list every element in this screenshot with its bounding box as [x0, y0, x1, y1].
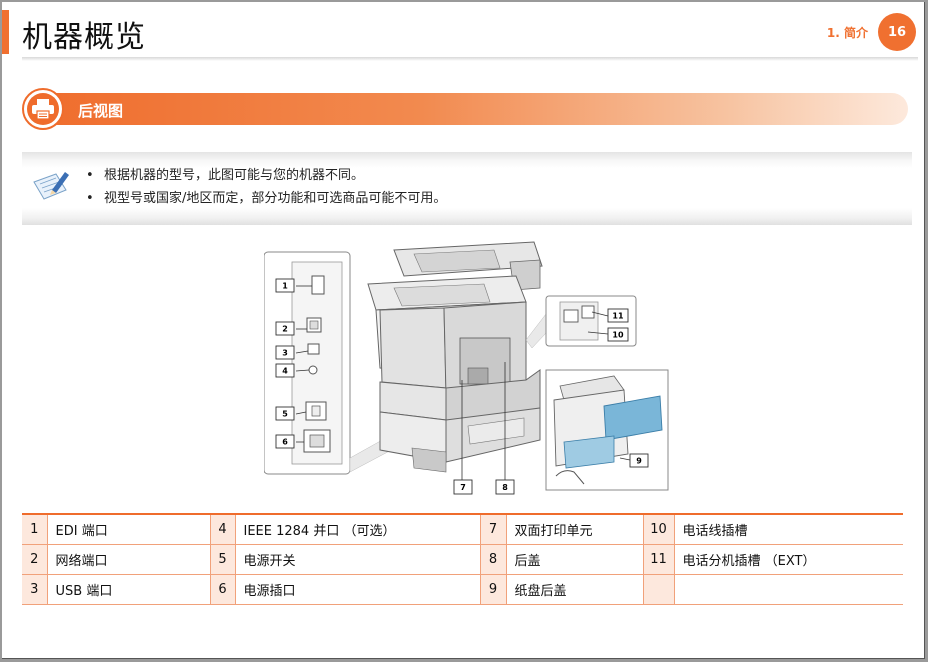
- section-title: 后视图: [78, 102, 124, 120]
- note-item: 视型号或国家/地区而定，部分功能和可选商品可能不可用。: [86, 187, 446, 210]
- svg-text:4: 4: [282, 367, 288, 376]
- part-label: IEEE 1284 并口 （可选）: [235, 513, 481, 545]
- svg-text:3: 3: [282, 349, 288, 358]
- breadcrumb[interactable]: 1. 简介: [827, 24, 868, 41]
- part-number: 8: [480, 544, 507, 575]
- svg-text:7: 7: [460, 483, 466, 492]
- part-label: 电话分机插槽 （EXT）: [674, 544, 903, 575]
- note-box: 根据机器的型号，此图可能与您的机器不同。 视型号或国家/地区而定，部分功能和可选…: [22, 152, 912, 225]
- callout-7: 7: [453, 479, 473, 495]
- callout-3: 3: [275, 345, 295, 360]
- part-label: 双面打印单元: [506, 513, 644, 545]
- part-number: 1: [22, 513, 48, 545]
- part-label: EDI 端口: [47, 513, 211, 545]
- part-number: 11: [643, 544, 675, 575]
- callout-10: 10: [607, 327, 629, 342]
- part-label: USB 端口: [47, 574, 211, 605]
- section-icon-ring: [22, 88, 64, 130]
- title-divider: [22, 57, 918, 61]
- table-row: 2 网络端口 5 电源开关 8 后盖 11 电话分机插槽 （EXT）: [22, 544, 903, 575]
- part-number: 3: [22, 574, 48, 605]
- page-number-badge: 16: [878, 13, 916, 51]
- part-label: [674, 574, 903, 605]
- svg-text:10: 10: [612, 331, 624, 340]
- parts-legend-table: 1 EDI 端口 4 IEEE 1284 并口 （可选） 7 双面打印单元 10…: [22, 513, 903, 605]
- note-pencil-icon: [32, 168, 70, 206]
- note-item: 根据机器的型号，此图可能与您的机器不同。: [86, 164, 446, 187]
- callout-8: 8: [495, 479, 515, 495]
- part-label: 电源插口: [235, 574, 481, 605]
- part-number: [643, 574, 675, 605]
- note-list: 根据机器的型号，此图可能与您的机器不同。 视型号或国家/地区而定，部分功能和可选…: [86, 164, 446, 210]
- part-number: 2: [22, 544, 48, 575]
- printer-icon: [27, 93, 59, 125]
- callout-6: 6: [275, 434, 295, 449]
- part-number: 5: [210, 544, 236, 575]
- part-label: 后盖: [506, 544, 644, 575]
- svg-text:8: 8: [502, 483, 508, 492]
- page-title: 机器概览: [22, 20, 146, 55]
- callout-4: 4: [275, 363, 295, 378]
- svg-text:6: 6: [282, 438, 288, 447]
- table-row: 3 USB 端口 6 电源插口 9 纸盘后盖: [22, 574, 903, 605]
- part-label: 纸盘后盖: [506, 574, 644, 605]
- part-number: 10: [643, 513, 675, 545]
- part-label: 电话线插槽: [674, 513, 903, 545]
- callout-9: 9: [629, 453, 649, 468]
- callout-5: 5: [275, 406, 295, 421]
- part-number: 7: [480, 513, 507, 545]
- section-header-bar: [24, 93, 908, 125]
- part-number: 9: [480, 574, 507, 605]
- svg-text:2: 2: [282, 325, 288, 334]
- callout-1: 1: [275, 278, 295, 293]
- title-accent-bar: [2, 10, 9, 54]
- part-label: 网络端口: [47, 544, 211, 575]
- rear-view-diagram: 1 2 3 4 5 6 7 8 9 10 11: [264, 241, 669, 495]
- svg-text:1: 1: [282, 282, 288, 291]
- part-number: 4: [210, 513, 236, 545]
- callout-11: 11: [607, 308, 629, 323]
- svg-text:11: 11: [612, 312, 624, 321]
- svg-text:9: 9: [636, 457, 642, 466]
- svg-text:5: 5: [282, 410, 288, 419]
- table-row: 1 EDI 端口 4 IEEE 1284 并口 （可选） 7 双面打印单元 10…: [22, 513, 903, 545]
- part-number: 6: [210, 574, 236, 605]
- callout-2: 2: [275, 321, 295, 336]
- part-label: 电源开关: [235, 544, 481, 575]
- manual-page: 机器概览 1. 简介 16 后视图 • 根据机器的型号，此图可能与您的机器不同。…: [2, 2, 925, 659]
